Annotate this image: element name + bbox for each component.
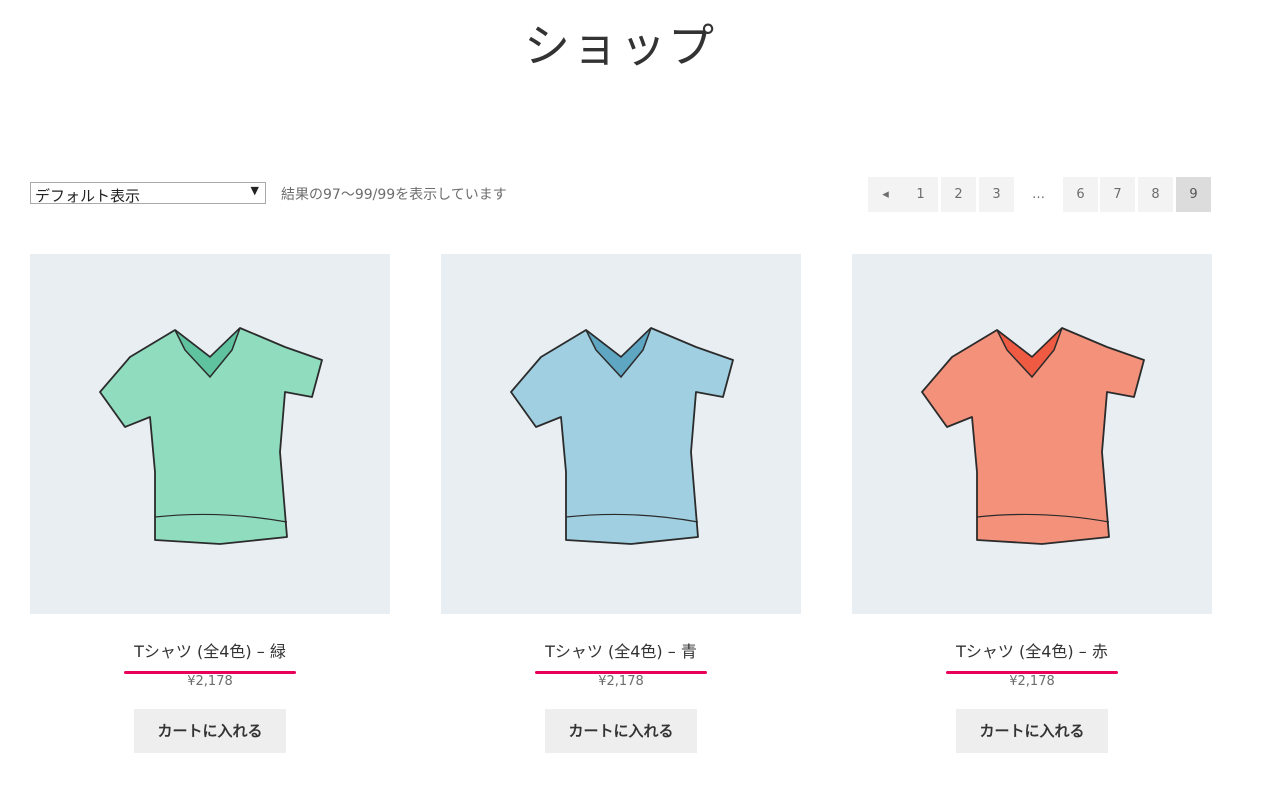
product-image[interactable] <box>30 254 390 614</box>
page-link-2[interactable]: 2 <box>941 177 976 212</box>
page-link-7[interactable]: 7 <box>1100 177 1135 212</box>
product-price: ¥2,178 <box>1009 674 1055 689</box>
chevron-down-icon: ▼ <box>250 184 259 197</box>
page-ellipsis: … <box>1032 187 1045 202</box>
page-link-9-current: 9 <box>1176 177 1211 212</box>
product-price: ¥2,178 <box>187 674 233 689</box>
add-to-cart-button[interactable]: カートに入れる <box>134 709 286 753</box>
sort-select-value: デフォルト表示 <box>35 187 141 205</box>
product-title-link[interactable]: Tシャツ (全4色) – 赤 <box>946 638 1118 674</box>
page-link-1[interactable]: 1 <box>903 177 938 212</box>
product-title: Tシャツ (全4色) – 青 <box>545 642 697 661</box>
product-title-link[interactable]: Tシャツ (全4色) – 青 <box>535 638 707 674</box>
product-image[interactable] <box>852 254 1212 614</box>
highlight-underline <box>535 671 707 674</box>
product-image[interactable] <box>441 254 801 614</box>
tshirt-image <box>921 327 1145 545</box>
page-link-8[interactable]: 8 <box>1138 177 1173 212</box>
tshirt-image <box>510 327 734 545</box>
product-title: Tシャツ (全4色) – 赤 <box>956 642 1108 661</box>
product-card: Tシャツ (全4色) – 赤 ¥2,178 カートに入れる <box>852 254 1212 753</box>
highlight-underline <box>946 671 1118 674</box>
prev-page-button[interactable]: ◂ <box>868 177 903 212</box>
page-title: ショップ <box>524 19 716 73</box>
result-count: 結果の97〜99/99を表示しています <box>281 187 507 203</box>
product-price: ¥2,178 <box>598 674 644 689</box>
product-title-link[interactable]: Tシャツ (全4色) – 緑 <box>124 638 296 674</box>
product-title: Tシャツ (全4色) – 緑 <box>134 642 286 661</box>
add-to-cart-button[interactable]: カートに入れる <box>956 709 1108 753</box>
page-link-6[interactable]: 6 <box>1063 177 1098 212</box>
highlight-underline <box>124 671 296 674</box>
sort-select[interactable]: デフォルト表示 ▼ <box>30 182 266 205</box>
tshirt-image <box>99 327 323 545</box>
product-card: Tシャツ (全4色) – 青 ¥2,178 カートに入れる <box>441 254 801 753</box>
add-to-cart-button[interactable]: カートに入れる <box>545 709 697 753</box>
page-link-3[interactable]: 3 <box>979 177 1014 212</box>
product-card: Tシャツ (全4色) – 緑 ¥2,178 カートに入れる <box>30 254 390 753</box>
